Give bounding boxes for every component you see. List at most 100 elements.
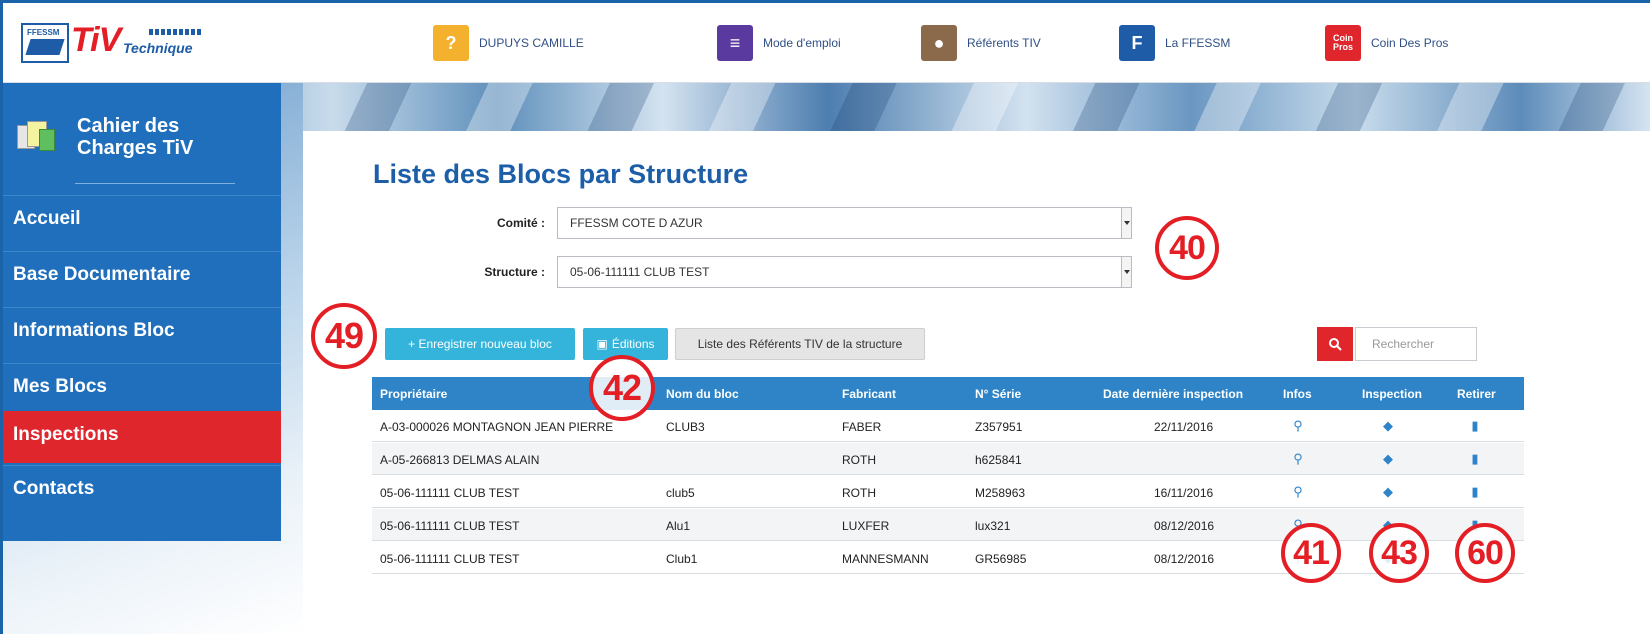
cell-date-inspection: 08/12/2016 xyxy=(1154,519,1215,533)
th-date-inspection[interactable]: Date dernière inspection xyxy=(1103,377,1243,410)
comite-select-value: FFESSM COTE D AZUR xyxy=(570,216,703,230)
annotation-40: 40 xyxy=(1155,216,1219,280)
cell-proprietaire: 05-06-111111 CLUB TEST xyxy=(380,519,520,533)
cell-numero-serie: M258963 xyxy=(975,486,1026,500)
nav-user-label: DUPUYS CAMILLE xyxy=(479,36,584,50)
cell-fabricant: MANNESMANN xyxy=(842,552,929,566)
tag-icon[interactable]: ◆ xyxy=(1380,451,1396,467)
structure-select[interactable]: 05-06-111111 CLUB TEST xyxy=(557,256,1132,288)
nav-mode-emploi[interactable]: ≡ Mode d'emploi xyxy=(717,25,841,61)
annotation-42: 42 xyxy=(589,355,655,421)
ffessm-logo-mark: FFESSM xyxy=(21,23,69,63)
main-content: Liste des Blocs par Structure Comité : F… xyxy=(315,131,1650,634)
coin-pros-icon: Coin Pros xyxy=(1325,25,1361,61)
structure-label: Structure : xyxy=(484,265,545,279)
logo-tech-text: Technique xyxy=(123,40,193,56)
cell-proprietaire: 05-06-111111 CLUB TEST xyxy=(380,552,520,566)
cell-nom-bloc: Alu1 xyxy=(666,519,691,533)
nav-user[interactable]: ? DUPUYS CAMILLE xyxy=(433,25,584,61)
nav-ffessm-label: La FFESSM xyxy=(1165,36,1231,50)
trash-icon[interactable]: ▮ xyxy=(1467,451,1483,467)
ffessm-icon: F xyxy=(1119,25,1155,61)
cell-nom-bloc: CLUB3 xyxy=(666,420,705,434)
search-button[interactable] xyxy=(1317,327,1353,361)
table-row: A-03-000026 MONTAGNON JEAN PIERRE CLUB3 … xyxy=(372,410,1524,442)
tag-icon[interactable]: ◆ xyxy=(1380,484,1396,500)
add-bloc-button[interactable]: + Enregistrer nouveau bloc xyxy=(385,328,575,360)
logo-small-text: FFESSM xyxy=(27,28,60,37)
chevron-down-icon xyxy=(1121,257,1131,287)
table-row: 05-06-111111 CLUB TEST Alu1 LUXFER lux32… xyxy=(372,509,1524,541)
table-row: 05-06-111111 CLUB TEST Club1 MANNESMANN … xyxy=(372,542,1524,574)
cell-proprietaire: A-05-266813 DELMAS ALAIN xyxy=(380,453,540,467)
table-header: Propriétaire Nom du bloc Fabricant N° Sé… xyxy=(372,377,1524,410)
cell-date-inspection: 08/12/2016 xyxy=(1154,552,1215,566)
th-numero-serie[interactable]: N° Série xyxy=(975,377,1021,410)
page-title: Liste des Blocs par Structure xyxy=(373,159,749,189)
annotation-41: 41 xyxy=(1281,523,1341,583)
th-proprietaire[interactable]: Propriétaire xyxy=(380,377,447,410)
annotation-49: 49 xyxy=(311,303,377,369)
sidebar: Cahier des Charges TiV Accueil Base Docu… xyxy=(3,83,281,541)
th-nom-bloc[interactable]: Nom du bloc xyxy=(666,377,739,410)
table-row: 05-06-111111 CLUB TEST club5 ROTH M25896… xyxy=(372,476,1524,508)
th-infos[interactable]: Infos xyxy=(1283,377,1312,410)
sidebar-item-contacts[interactable]: Contacts xyxy=(3,465,281,521)
tiv-logo[interactable]: FFESSM TiV Technique xyxy=(21,21,203,63)
structure-select-value: 05-06-111111 CLUB TEST xyxy=(570,265,710,279)
tag-icon[interactable]: ◆ xyxy=(1380,418,1396,434)
table-row: A-05-266813 DELMAS ALAIN ROTH h625841 ⚲ … xyxy=(372,443,1524,475)
print-icon: ▣ xyxy=(596,337,608,351)
cell-fabricant: ROTH xyxy=(842,453,876,467)
th-inspection[interactable]: Inspection xyxy=(1362,377,1422,410)
referents-icon: ● xyxy=(921,25,957,61)
magnifier-icon[interactable]: ⚲ xyxy=(1290,451,1306,467)
sidebar-separator xyxy=(75,183,235,184)
annotation-60: 60 xyxy=(1455,523,1515,583)
search-input[interactable]: Rechercher xyxy=(1355,327,1477,361)
cell-fabricant: FABER xyxy=(842,420,882,434)
sidebar-item-inspections[interactable]: Inspections xyxy=(3,411,281,463)
nav-ffessm[interactable]: F La FFESSM xyxy=(1119,25,1230,61)
editions-label: Éditions xyxy=(611,337,655,351)
chevron-down-icon xyxy=(1121,208,1131,238)
logo-tech-block: Technique xyxy=(123,27,203,61)
cell-numero-serie: lux321 xyxy=(975,519,1011,533)
th-fabricant[interactable]: Fabricant xyxy=(842,377,896,410)
search-icon xyxy=(1329,338,1342,351)
app-frame: FFESSM TiV Technique ? DUPUYS CAMILLE ≡ … xyxy=(0,0,1650,634)
sidebar-title: Cahier des Charges TiV xyxy=(77,115,194,159)
cell-date-inspection: 22/11/2016 xyxy=(1154,420,1214,434)
annotation-43: 43 xyxy=(1369,523,1429,583)
magnifier-icon[interactable]: ⚲ xyxy=(1290,418,1306,434)
trash-icon[interactable]: ▮ xyxy=(1467,418,1483,434)
trash-icon[interactable]: ▮ xyxy=(1467,484,1483,500)
cell-fabricant: LUXFER xyxy=(842,519,890,533)
cell-numero-serie: GR56985 xyxy=(975,552,1027,566)
th-retirer[interactable]: Retirer xyxy=(1457,377,1496,410)
nav-coin-pros-label: Coin Des Pros xyxy=(1371,36,1449,50)
cell-numero-serie: Z357951 xyxy=(975,420,1023,434)
sidebar-item-accueil[interactable]: Accueil xyxy=(3,195,281,251)
nav-referents-label: Référents TIV xyxy=(967,36,1041,50)
nav-coin-pros[interactable]: Coin Pros Coin Des Pros xyxy=(1325,25,1448,61)
cell-numero-serie: h625841 xyxy=(975,453,1022,467)
manual-icon: ≡ xyxy=(717,25,753,61)
magnifier-icon[interactable]: ⚲ xyxy=(1290,484,1306,500)
lock-user-icon: ? xyxy=(433,25,469,61)
cell-proprietaire: A-03-000026 MONTAGNON JEAN PIERRE xyxy=(380,420,614,434)
comite-select[interactable]: FFESSM COTE D AZUR xyxy=(557,207,1132,239)
nav-mode-emploi-label: Mode d'emploi xyxy=(763,36,841,50)
cell-date-inspection: 16/11/2016 xyxy=(1154,486,1214,500)
logo-tiv-text: TiV xyxy=(71,21,121,59)
referents-list-button[interactable]: Liste des Référents TIV de la structure xyxy=(675,328,925,360)
sidebar-item-informations-bloc[interactable]: Informations Bloc xyxy=(3,307,281,363)
top-bar: FFESSM TiV Technique ? DUPUYS CAMILLE ≡ … xyxy=(3,3,1650,83)
cell-nom-bloc: club5 xyxy=(666,486,695,500)
comite-label: Comité : xyxy=(497,216,545,230)
nav-referents[interactable]: ● Référents TIV xyxy=(921,25,1041,61)
book-icon xyxy=(17,121,57,153)
sidebar-header: Cahier des Charges TiV xyxy=(3,83,281,195)
cell-fabricant: ROTH xyxy=(842,486,876,500)
sidebar-item-base-documentaire[interactable]: Base Documentaire xyxy=(3,251,281,307)
